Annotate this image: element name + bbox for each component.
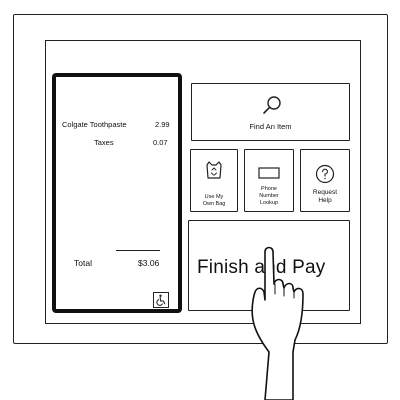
receipt-total-label: Total — [74, 258, 92, 268]
find-item-label: Find An Item — [249, 122, 292, 131]
receipt-tax-label: Taxes — [94, 138, 114, 147]
receipt-panel — [52, 73, 182, 313]
own-bag-button[interactable]: Use My Own Bag — [190, 149, 238, 212]
phone-icon — [258, 167, 280, 179]
receipt-item-name: Colgate Toothpaste — [62, 120, 127, 129]
receipt-divider — [116, 250, 160, 251]
receipt-item-price: 2.99 — [155, 120, 170, 129]
pointing-hand-icon — [251, 246, 304, 400]
own-bag-label-line1: Use My — [204, 194, 224, 200]
find-item-button[interactable]: Find An Item — [191, 83, 350, 141]
accessibility-button[interactable] — [153, 292, 169, 308]
phone-lookup-label-line3: Lookup — [259, 200, 279, 206]
own-bag-label-line2: Own Bag — [202, 201, 226, 207]
receipt-tax-price: 0.07 — [153, 138, 168, 147]
phone-lookup-button[interactable]: Phone Number Lookup — [244, 149, 294, 212]
phone-lookup-label-line2: Number — [259, 193, 279, 199]
request-help-label-line1: Request — [312, 189, 338, 196]
receipt-total-value: $3.06 — [138, 258, 160, 268]
request-help-button[interactable]: Request Help — [300, 149, 350, 212]
request-help-label-line2: Help — [318, 197, 332, 204]
help-icon — [315, 164, 335, 184]
wheelchair-icon — [156, 294, 166, 306]
phone-lookup-label-line1: Phone — [261, 186, 277, 192]
bag-icon — [206, 161, 222, 179]
magnifier-icon — [263, 96, 281, 114]
